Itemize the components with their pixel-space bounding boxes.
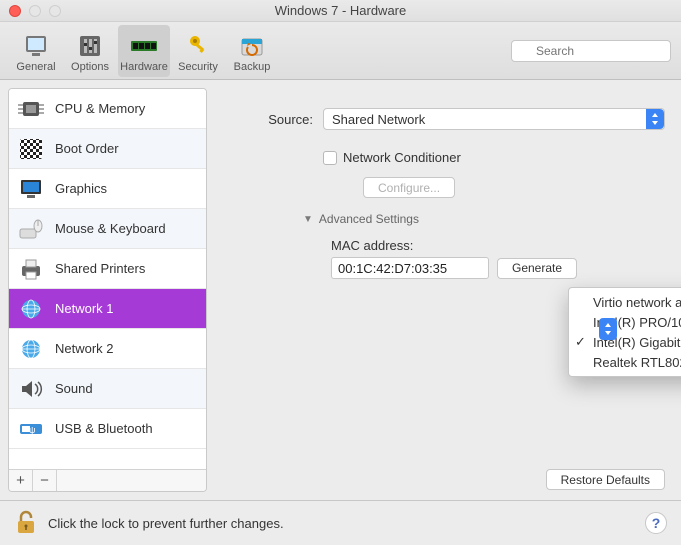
sidebar-label: CPU & Memory [55, 101, 145, 116]
tab-general[interactable]: General [10, 25, 62, 77]
sidebar-label: USB & Bluetooth [55, 421, 153, 436]
sidebar-item-mouse-keyboard[interactable]: Mouse & Keyboard [9, 209, 206, 249]
sidebar-label: Network 2 [55, 341, 114, 356]
content: CPU & Memory Boot Order Graphics Mouse &… [0, 80, 681, 500]
sidebar-label: Mouse & Keyboard [55, 221, 166, 236]
tab-options-label: Options [71, 61, 109, 73]
source-select[interactable]: Shared Network [323, 108, 665, 130]
tab-general-label: General [16, 61, 55, 73]
toolbar: General Options Hardware Security Backup [0, 22, 681, 80]
options-icon [75, 31, 105, 61]
general-icon [21, 31, 51, 61]
sidebar-item-usb-bluetooth[interactable]: ψ USB & Bluetooth [9, 409, 206, 449]
network-icon [17, 336, 45, 362]
adapter-option[interactable]: Realtek RTL8029AS [569, 352, 681, 372]
tab-security-label: Security [178, 61, 218, 73]
mouse-icon [17, 216, 45, 242]
checkmark-icon: ✓ [575, 334, 586, 350]
select-arrows-icon [646, 109, 664, 129]
disclosure-triangle-icon: ▼ [303, 214, 313, 225]
sidebar-item-boot-order[interactable]: Boot Order [9, 129, 206, 169]
tab-backup[interactable]: Backup [226, 25, 278, 77]
network-icon [17, 296, 45, 322]
titlebar: Windows 7 - Hardware [0, 0, 681, 22]
svg-text:ψ: ψ [29, 425, 35, 435]
source-value: Shared Network [332, 112, 425, 127]
mac-address-input[interactable] [331, 257, 489, 279]
search-input[interactable] [511, 40, 671, 62]
lock-icon[interactable] [14, 509, 38, 538]
window-title: Windows 7 - Hardware [0, 0, 681, 22]
sidebar-item-graphics[interactable]: Graphics [9, 169, 206, 209]
sound-icon [17, 376, 45, 402]
sidebar-label: Graphics [55, 181, 107, 196]
sidebar-item-network-2[interactable]: Network 2 [9, 329, 206, 369]
usb-icon: ψ [17, 416, 45, 442]
tab-security[interactable]: Security [172, 25, 224, 77]
tab-options[interactable]: Options [64, 25, 116, 77]
network-conditioner-label: Network Conditioner [343, 150, 461, 165]
tab-hardware-label: Hardware [120, 61, 168, 73]
advanced-disclosure[interactable]: ▼ Advanced Settings [303, 212, 419, 226]
sidebar-label: Shared Printers [55, 261, 145, 276]
graphics-icon [17, 176, 45, 202]
adapter-type-popup: Virtio network adapter Intel(R) PRO/1000… [568, 287, 681, 377]
adapter-option-label: Realtek RTL8029AS [593, 355, 681, 370]
select-arrows-icon [599, 318, 617, 340]
generate-button[interactable]: Generate [497, 258, 577, 279]
sidebar-footer: + − [9, 469, 206, 491]
remove-button[interactable]: − [33, 470, 57, 492]
add-button[interactable]: + [9, 470, 33, 492]
help-button[interactable]: ? [645, 512, 667, 534]
sidebar-item-shared-printers[interactable]: Shared Printers [9, 249, 206, 289]
sidebar-item-cpu-memory[interactable]: CPU & Memory [9, 89, 206, 129]
lock-text: Click the lock to prevent further change… [48, 516, 284, 531]
network-conditioner-checkbox[interactable] [323, 151, 337, 165]
boot-icon [17, 136, 45, 162]
printer-icon [17, 256, 45, 282]
sidebar: CPU & Memory Boot Order Graphics Mouse &… [8, 88, 207, 492]
lock-bar: Click the lock to prevent further change… [0, 500, 681, 545]
adapter-option[interactable]: ✓ Intel(R) Gigabit CT (82574L) [569, 332, 681, 352]
mac-address-label: MAC address: [331, 238, 665, 253]
restore-defaults-button[interactable]: Restore Defaults [546, 469, 665, 490]
backup-icon [237, 31, 267, 61]
sidebar-label: Boot Order [55, 141, 119, 156]
sidebar-label: Network 1 [55, 301, 114, 316]
cpu-icon [17, 96, 45, 122]
sidebar-label: Sound [55, 381, 93, 396]
tab-backup-label: Backup [234, 61, 271, 73]
configure-button[interactable]: Configure... [363, 177, 455, 198]
advanced-label: Advanced Settings [319, 212, 419, 226]
sidebar-item-network-1[interactable]: Network 1 [9, 289, 206, 329]
main-panel: Source: Shared Network Network Condition… [207, 80, 681, 500]
sidebar-item-sound[interactable]: Sound [9, 369, 206, 409]
adapter-option-label: Virtio network adapter [593, 295, 681, 310]
adapter-option[interactable]: Virtio network adapter [569, 292, 681, 312]
security-icon [183, 31, 213, 61]
source-label: Source: [223, 112, 313, 127]
hardware-icon [129, 31, 159, 61]
adapter-option[interactable]: Intel(R) PRO/1000 MT [569, 312, 681, 332]
tab-hardware[interactable]: Hardware [118, 25, 170, 77]
